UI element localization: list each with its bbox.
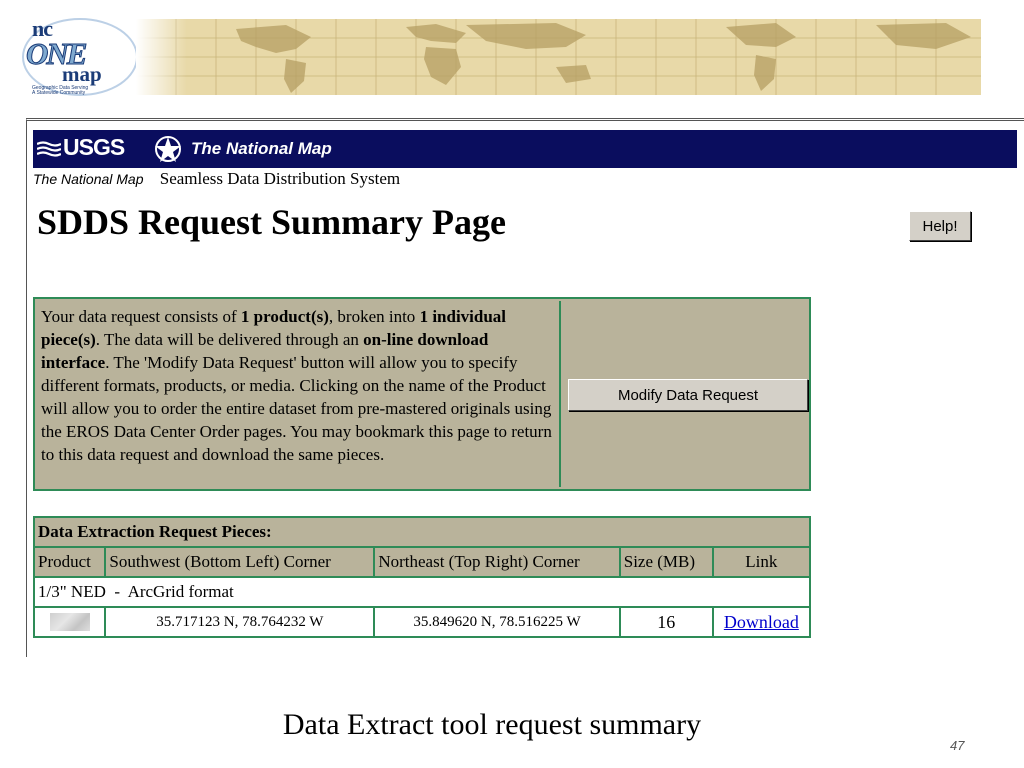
logo-map-text: map (62, 62, 102, 86)
product-name[interactable]: 1/3" NED - ArcGrid format (33, 576, 811, 608)
pieces-table-title-row: Data Extraction Request Pieces: (33, 516, 811, 548)
slide-caption: Data Extract tool request summary (282, 708, 702, 741)
help-button[interactable]: Help! (909, 211, 971, 241)
request-pieces-table: Data Extraction Request Pieces: Product … (32, 516, 812, 638)
nc-onemap-logo: nc ONE map Geographic Data Serving A Sta… (18, 14, 138, 98)
column-header-northeast: Northeast (Top Right) Corner (373, 546, 621, 578)
sdds-screenshot: USGS The National Map The National Map S… (26, 118, 1024, 657)
product-thumbnail-cell (32, 606, 107, 638)
northeast-corner: 35.849620 N, 78.516225 W (373, 606, 621, 638)
info-text-4: . The 'Modify Data Request' button will … (41, 353, 552, 464)
download-link[interactable]: Download (724, 612, 799, 632)
usgs-logo: USGS (63, 134, 125, 160)
logo-tagline: Geographic Data Serving A Statewide Comm… (32, 86, 88, 96)
info-text-2: , broken into (328, 307, 420, 326)
world-map-strip (136, 19, 981, 95)
page-title: SDDS Request Summary Page (37, 202, 507, 242)
slide-number: 47 (950, 738, 965, 753)
product-thumbnail (49, 613, 90, 631)
subheader: The National Map Seamless Data Distribut… (33, 169, 400, 189)
info-text-1: Your data request consists of (41, 307, 241, 326)
pieces-header-row: Product Southwest (Bottom Left) Corner N… (32, 546, 812, 578)
info-text-3: . The data will be delivered through an (95, 330, 364, 349)
size-mb: 16 (618, 606, 714, 638)
sdds-subtitle: Seamless Data Distribution System (159, 169, 401, 188)
request-description: Your data request consists of 1 product(… (37, 301, 561, 487)
usgs-wave-icon (37, 141, 61, 157)
table-row: 35.717123 N, 78.764232 W 35.849620 N, 78… (32, 606, 812, 638)
national-map-star-icon (155, 136, 181, 162)
southwest-corner: 35.717123 N, 78.764232 W (104, 606, 376, 638)
product-count: 1 product(s) (240, 307, 329, 326)
pieces-table-title: Data Extraction Request Pieces: (33, 516, 811, 548)
modify-data-request-button[interactable]: Modify Data Request (568, 379, 808, 411)
usgs-header-bar: USGS The National Map (33, 130, 1017, 168)
ncone-map-banner: nc ONE map Geographic Data Serving A Sta… (18, 14, 983, 98)
national-map-small-label: The National Map (33, 171, 144, 187)
product-row: 1/3" NED - ArcGrid format (33, 576, 811, 608)
column-header-southwest: Southwest (Bottom Left) Corner (104, 546, 376, 578)
link-cell: Download (711, 606, 812, 638)
logo-tagline-2: A Statewide Community (32, 90, 86, 96)
column-header-product: Product (32, 546, 107, 578)
national-map-title: The National Map (191, 139, 332, 158)
column-header-size: Size (MB) (618, 546, 714, 578)
request-info-panel: Your data request consists of 1 product(… (33, 297, 811, 491)
column-header-link: Link (711, 546, 812, 578)
